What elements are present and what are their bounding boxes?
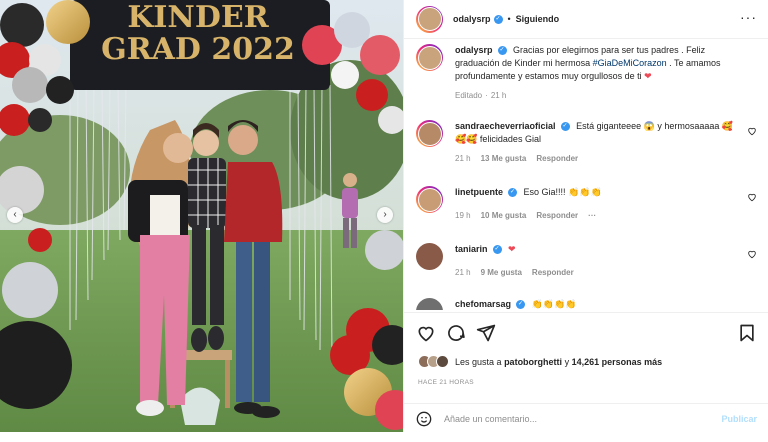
heart-icon[interactable] [416, 323, 436, 343]
comment-meta: 19 h 10 Me gusta Responder ··· [455, 211, 741, 220]
heart-emoji: ❤ [644, 71, 652, 81]
comment-meta: 21 h 13 Me gusta Responder [455, 154, 741, 163]
comment-likes[interactable]: 10 Me gusta [481, 211, 527, 220]
comment-text: chefomarsag ✓ 👏👏👏👏 [455, 298, 741, 310]
comment-avatar[interactable] [416, 298, 443, 310]
hashtag-link[interactable]: #GiaDeMiCorazon [593, 58, 667, 68]
heart-icon[interactable] [747, 249, 757, 259]
caption-time: 21 h [490, 91, 507, 100]
comment-username[interactable]: sandraecheverriaoficial [455, 121, 556, 131]
author-username[interactable]: odalysrp [453, 14, 491, 24]
likes-suffix[interactable]: personas más [602, 357, 663, 367]
liker-username[interactable]: patoborghetti [504, 357, 562, 367]
post-header: odalysrp ✓ • Siguiendo ··· [404, 0, 768, 39]
chevron-right-icon[interactable]: › [377, 207, 393, 223]
banner-line-2: GRAD 2022 [101, 32, 295, 67]
heart-icon[interactable] [747, 192, 757, 202]
verified-badge-icon: ✓ [497, 46, 507, 56]
comment-body: chefomarsag ✓ 👏👏👏👏 [455, 298, 741, 310]
comment-options-button[interactable]: ··· [588, 211, 596, 220]
comment-meta: 21 h 9 Me gusta Responder [455, 268, 741, 277]
post-side-panel: odalysrp ✓ • Siguiendo ··· odalysrp ✓ Gra… [403, 0, 768, 432]
smiley-icon[interactable] [416, 411, 432, 427]
comment-avatar[interactable] [416, 243, 443, 270]
comment-avatar[interactable] [416, 186, 443, 213]
author-avatar[interactable] [416, 5, 443, 33]
banner-text: KINDER GRAD 2022 [78, 2, 318, 66]
comment-likes[interactable]: 9 Me gusta [481, 268, 522, 277]
comment-text: sandraecheverriaoficial ✓ Está giganteeee… [455, 120, 741, 146]
comment-username[interactable]: taniarin [455, 244, 488, 254]
comment-item: linetpuente ✓ Eso Gia!!!! 👏👏👏 19 h 10 Me … [416, 186, 761, 220]
likes-count[interactable]: 14,261 [572, 357, 600, 367]
caption-meta: Editado · 21 h [455, 91, 741, 100]
publish-button[interactable]: Publicar [721, 414, 757, 424]
meta-separator: · [485, 91, 488, 100]
comment-time: 19 h [455, 211, 471, 220]
comment-avatar[interactable] [416, 120, 443, 147]
comment-text: linetpuente ✓ Eso Gia!!!! 👏👏👏 [455, 186, 741, 199]
comment-icon[interactable] [446, 323, 466, 343]
comment-input[interactable] [444, 413, 722, 424]
caption-username[interactable]: odalysrp [455, 45, 493, 55]
post-actions: Les gusta a patoborghetti y 14,261 perso… [404, 312, 768, 442]
comment-content: Eso Gia!!!! 👏👏👏 [523, 187, 602, 197]
verified-badge-icon: ✓ [492, 245, 502, 255]
caption-text: odalysrp ✓ Gracias por elegirnos para ser… [455, 44, 741, 83]
comment-body: sandraecheverriaoficial ✓ Está giganteeee… [455, 120, 741, 163]
comment-content: 👏👏👏👏 [531, 299, 577, 309]
comment-likes[interactable]: 13 Me gusta [481, 154, 527, 163]
comment-text: taniarin ✓ ❤ [455, 243, 741, 256]
chevron-left-icon[interactable]: ‹ [7, 207, 23, 223]
liker-avatars [418, 355, 449, 368]
likes-summary: Les gusta a patoborghetti y 14,261 perso… [418, 355, 662, 368]
comment-item: taniarin ✓ ❤ 21 h 9 Me gusta Responder [416, 243, 761, 277]
comment-content: ❤ [508, 244, 516, 254]
likes-prefix: Les gusta a [455, 356, 502, 367]
comments-list[interactable]: odalysrp ✓ Gracias por elegirnos para ser… [404, 40, 768, 310]
verified-badge-icon: ✓ [560, 122, 570, 132]
comment-time: 21 h [455, 268, 471, 277]
comment-username[interactable]: linetpuente [455, 187, 503, 197]
comment-body: taniarin ✓ ❤ 21 h 9 Me gusta Responder [455, 243, 741, 277]
more-horizontal-icon[interactable]: ··· [740, 10, 757, 24]
caption: odalysrp ✓ Gracias por elegirnos para ser… [416, 44, 761, 100]
share-icon[interactable] [476, 323, 496, 343]
verified-badge-icon: ✓ [516, 300, 526, 310]
caption-body: odalysrp ✓ Gracias por elegirnos para ser… [455, 44, 741, 100]
comment-item: sandraecheverriaoficial ✓ Está giganteeee… [416, 120, 761, 163]
reply-button[interactable]: Responder [536, 154, 578, 163]
comment-body: linetpuente ✓ Eso Gia!!!! 👏👏👏 19 h 10 Me … [455, 186, 741, 220]
edited-label: Editado [455, 91, 483, 100]
verified-badge-icon: ✓ [508, 188, 518, 198]
verified-badge-icon: ✓ [493, 14, 503, 24]
heart-icon[interactable] [747, 126, 757, 136]
comment-username[interactable]: chefomarsag [455, 299, 511, 309]
instagram-post: KINDER GRAD 2022 ‹ › odalysrp ✓ • Siguie… [0, 0, 768, 432]
following-button[interactable]: Siguiendo [516, 14, 560, 24]
caption-avatar[interactable] [416, 44, 443, 71]
bookmark-icon[interactable] [737, 323, 757, 343]
separator-dot: • [507, 14, 511, 24]
post-timestamp[interactable]: HACE 21 HORAS [418, 379, 474, 386]
comment-time: 21 h [455, 154, 471, 163]
comment-item: chefomarsag ✓ 👏👏👏👏 [416, 298, 761, 310]
banner-line-1: KINDER [127, 0, 269, 35]
add-comment-bar: Publicar [404, 403, 768, 433]
reply-button[interactable]: Responder [536, 211, 578, 220]
likes-connector: y [564, 356, 570, 367]
post-photo[interactable]: KINDER GRAD 2022 ‹ › [0, 0, 403, 432]
reply-button[interactable]: Responder [532, 268, 574, 277]
